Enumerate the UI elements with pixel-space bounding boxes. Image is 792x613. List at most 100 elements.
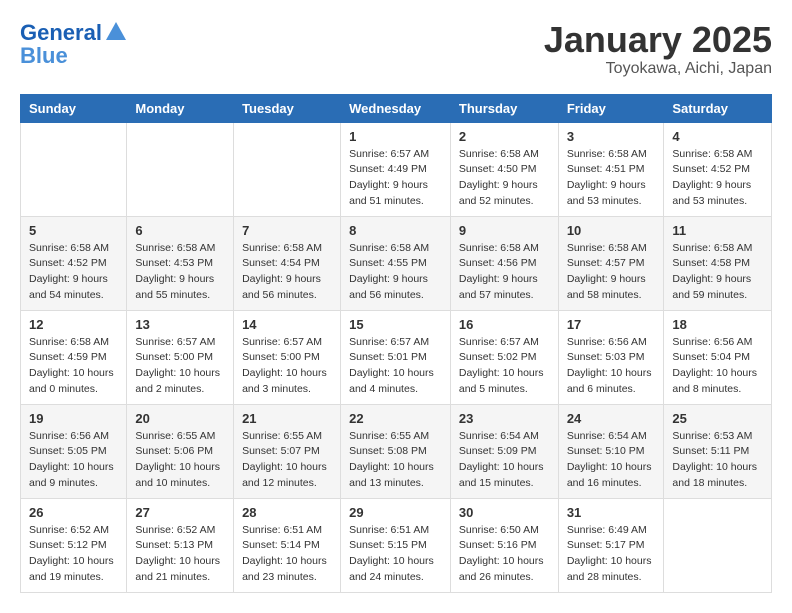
day-number: 20	[135, 411, 225, 426]
logo-text-general: General	[20, 22, 102, 44]
day-number: 15	[349, 317, 442, 332]
day-number: 18	[672, 317, 763, 332]
title-section: January 2025 Toyokawa, Aichi, Japan	[544, 20, 772, 78]
calendar-cell: 31Sunrise: 6:49 AM Sunset: 5:17 PM Dayli…	[558, 498, 664, 592]
day-number: 24	[567, 411, 656, 426]
calendar-cell: 26Sunrise: 6:52 AM Sunset: 5:12 PM Dayli…	[21, 498, 127, 592]
calendar-cell: 11Sunrise: 6:58 AM Sunset: 4:58 PM Dayli…	[664, 216, 772, 310]
day-info: Sunrise: 6:55 AM Sunset: 5:06 PM Dayligh…	[135, 429, 225, 492]
day-number: 27	[135, 505, 225, 520]
day-number: 17	[567, 317, 656, 332]
weekday-header-thursday: Thursday	[450, 94, 558, 122]
day-info: Sunrise: 6:58 AM Sunset: 4:51 PM Dayligh…	[567, 147, 656, 210]
calendar-week-row: 26Sunrise: 6:52 AM Sunset: 5:12 PM Dayli…	[21, 498, 772, 592]
calendar-cell: 14 Sunrise: 6:57 AM Sunset: 5:00 PM Dayli…	[234, 310, 341, 404]
calendar-cell: 6 Sunrise: 6:58 AM Sunset: 4:53 PM Daylig…	[127, 216, 234, 310]
weekday-header-sunday: Sunday	[21, 94, 127, 122]
day-number: 5	[29, 223, 118, 238]
day-info: Sunrise: 6:56 AM Sunset: 5:04 PM Dayligh…	[672, 335, 763, 398]
day-number: 10	[567, 223, 656, 238]
calendar-cell: 7Sunrise: 6:58 AM Sunset: 4:54 PM Daylig…	[234, 216, 341, 310]
calendar-cell: 18 Sunrise: 6:56 AM Sunset: 5:04 PM Dayli…	[664, 310, 772, 404]
day-number: 23	[459, 411, 550, 426]
day-info: Sunrise: 6:58 AM Sunset: 4:56 PM Dayligh…	[459, 241, 550, 304]
day-info: Sunrise: 6:54 AM Sunset: 5:09 PM Dayligh…	[459, 429, 550, 492]
calendar-cell: 3 Sunrise: 6:58 AM Sunset: 4:51 PM Daylig…	[558, 122, 664, 216]
calendar-cell: 13 Sunrise: 6:57 AM Sunset: 5:00 PM Dayli…	[127, 310, 234, 404]
logo-icon	[106, 22, 126, 40]
calendar-body: 1 Sunrise: 6:57 AM Sunset: 4:49 PM Daylig…	[21, 122, 772, 592]
weekday-header-monday: Monday	[127, 94, 234, 122]
calendar-cell: 17 Sunrise: 6:56 AM Sunset: 5:03 PM Dayli…	[558, 310, 664, 404]
day-info: Sunrise: 6:51 AM Sunset: 5:14 PM Dayligh…	[242, 523, 332, 586]
calendar-cell	[127, 122, 234, 216]
calendar-cell: 2Sunrise: 6:58 AM Sunset: 4:50 PM Daylig…	[450, 122, 558, 216]
calendar-cell: 30 Sunrise: 6:50 AM Sunset: 5:16 PM Dayli…	[450, 498, 558, 592]
calendar-cell: 12Sunrise: 6:58 AM Sunset: 4:59 PM Dayli…	[21, 310, 127, 404]
day-info: Sunrise: 6:54 AM Sunset: 5:10 PM Dayligh…	[567, 429, 656, 492]
calendar-week-row: 5 Sunrise: 6:58 AM Sunset: 4:52 PM Daylig…	[21, 216, 772, 310]
day-number: 26	[29, 505, 118, 520]
day-number: 13	[135, 317, 225, 332]
calendar-cell: 21 Sunrise: 6:55 AM Sunset: 5:07 PM Dayli…	[234, 404, 341, 498]
calendar-cell: 22Sunrise: 6:55 AM Sunset: 5:08 PM Dayli…	[341, 404, 451, 498]
day-info: Sunrise: 6:58 AM Sunset: 4:55 PM Dayligh…	[349, 241, 442, 304]
calendar-cell: 23 Sunrise: 6:54 AM Sunset: 5:09 PM Dayli…	[450, 404, 558, 498]
day-info: Sunrise: 6:57 AM Sunset: 5:00 PM Dayligh…	[135, 335, 225, 398]
day-info: Sunrise: 6:56 AM Sunset: 5:03 PM Dayligh…	[567, 335, 656, 398]
page-header: General Blue January 2025 Toyokawa, Aich…	[20, 20, 772, 78]
weekday-header-tuesday: Tuesday	[234, 94, 341, 122]
day-info: Sunrise: 6:55 AM Sunset: 5:08 PM Dayligh…	[349, 429, 442, 492]
weekday-header-wednesday: Wednesday	[341, 94, 451, 122]
calendar-cell: 28 Sunrise: 6:51 AM Sunset: 5:14 PM Dayli…	[234, 498, 341, 592]
day-number: 6	[135, 223, 225, 238]
day-number: 9	[459, 223, 550, 238]
calendar-cell: 27 Sunrise: 6:52 AM Sunset: 5:13 PM Dayli…	[127, 498, 234, 592]
day-info: Sunrise: 6:58 AM Sunset: 4:52 PM Dayligh…	[672, 147, 763, 210]
calendar-table: SundayMondayTuesdayWednesdayThursdayFrid…	[20, 94, 772, 593]
calendar-cell: 9 Sunrise: 6:58 AM Sunset: 4:56 PM Daylig…	[450, 216, 558, 310]
calendar-cell: 5 Sunrise: 6:58 AM Sunset: 4:52 PM Daylig…	[21, 216, 127, 310]
day-number: 4	[672, 129, 763, 144]
day-info: Sunrise: 6:58 AM Sunset: 4:53 PM Dayligh…	[135, 241, 225, 304]
calendar-cell	[21, 122, 127, 216]
calendar-header-row: SundayMondayTuesdayWednesdayThursdayFrid…	[21, 94, 772, 122]
calendar-cell: 8 Sunrise: 6:58 AM Sunset: 4:55 PM Daylig…	[341, 216, 451, 310]
calendar-cell: 15 Sunrise: 6:57 AM Sunset: 5:01 PM Dayli…	[341, 310, 451, 404]
day-number: 14	[242, 317, 332, 332]
calendar-cell: 29Sunrise: 6:51 AM Sunset: 5:15 PM Dayli…	[341, 498, 451, 592]
day-info: Sunrise: 6:58 AM Sunset: 4:59 PM Dayligh…	[29, 335, 118, 398]
day-info: Sunrise: 6:50 AM Sunset: 5:16 PM Dayligh…	[459, 523, 550, 586]
day-info: Sunrise: 6:56 AM Sunset: 5:05 PM Dayligh…	[29, 429, 118, 492]
day-number: 3	[567, 129, 656, 144]
day-number: 2	[459, 129, 550, 144]
day-info: Sunrise: 6:57 AM Sunset: 5:01 PM Dayligh…	[349, 335, 442, 398]
calendar-cell: 20 Sunrise: 6:55 AM Sunset: 5:06 PM Dayli…	[127, 404, 234, 498]
day-info: Sunrise: 6:57 AM Sunset: 5:00 PM Dayligh…	[242, 335, 332, 398]
day-number: 30	[459, 505, 550, 520]
calendar-cell: 19 Sunrise: 6:56 AM Sunset: 5:05 PM Dayli…	[21, 404, 127, 498]
day-number: 8	[349, 223, 442, 238]
calendar-cell: 25Sunrise: 6:53 AM Sunset: 5:11 PM Dayli…	[664, 404, 772, 498]
day-info: Sunrise: 6:49 AM Sunset: 5:17 PM Dayligh…	[567, 523, 656, 586]
day-number: 19	[29, 411, 118, 426]
day-info: Sunrise: 6:58 AM Sunset: 4:54 PM Dayligh…	[242, 241, 332, 304]
location: Toyokawa, Aichi, Japan	[544, 60, 772, 78]
month-title: January 2025	[544, 20, 772, 60]
day-info: Sunrise: 6:58 AM Sunset: 4:58 PM Dayligh…	[672, 241, 763, 304]
calendar-week-row: 1 Sunrise: 6:57 AM Sunset: 4:49 PM Daylig…	[21, 122, 772, 216]
day-info: Sunrise: 6:58 AM Sunset: 4:52 PM Dayligh…	[29, 241, 118, 304]
day-info: Sunrise: 6:55 AM Sunset: 5:07 PM Dayligh…	[242, 429, 332, 492]
logo: General Blue	[20, 20, 126, 67]
calendar-cell: 1 Sunrise: 6:57 AM Sunset: 4:49 PM Daylig…	[341, 122, 451, 216]
day-number: 21	[242, 411, 332, 426]
day-number: 16	[459, 317, 550, 332]
day-info: Sunrise: 6:58 AM Sunset: 4:57 PM Dayligh…	[567, 241, 656, 304]
day-info: Sunrise: 6:52 AM Sunset: 5:13 PM Dayligh…	[135, 523, 225, 586]
calendar-week-row: 12Sunrise: 6:58 AM Sunset: 4:59 PM Dayli…	[21, 310, 772, 404]
day-number: 1	[349, 129, 442, 144]
day-info: Sunrise: 6:57 AM Sunset: 4:49 PM Dayligh…	[349, 147, 442, 210]
day-number: 28	[242, 505, 332, 520]
day-info: Sunrise: 6:53 AM Sunset: 5:11 PM Dayligh…	[672, 429, 763, 492]
weekday-header-friday: Friday	[558, 94, 664, 122]
